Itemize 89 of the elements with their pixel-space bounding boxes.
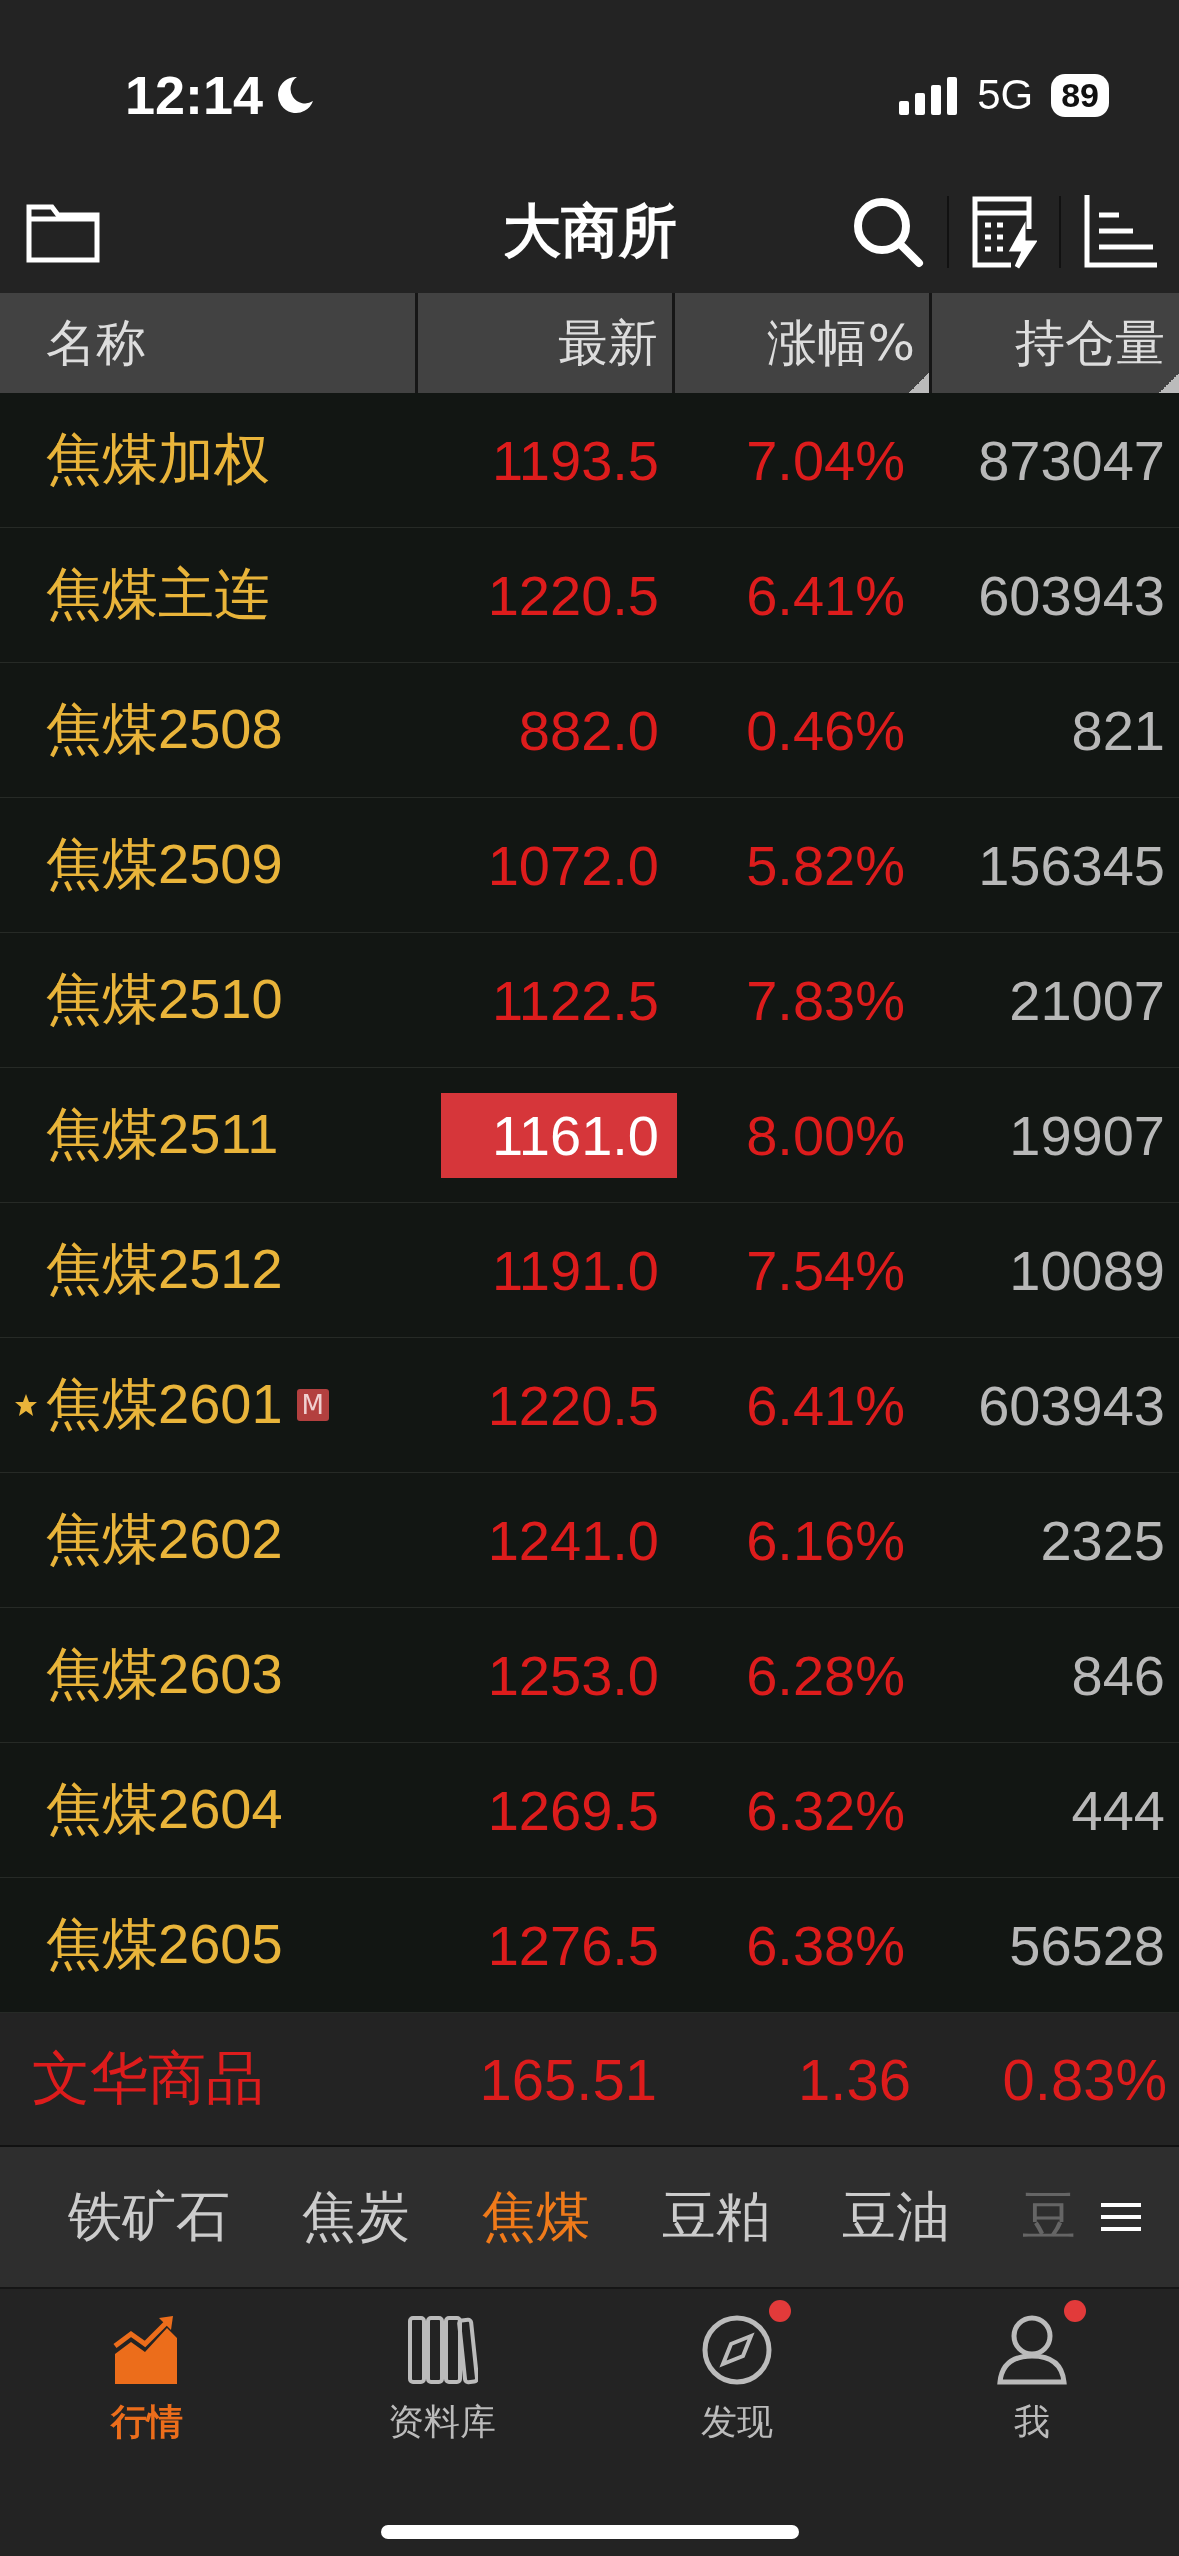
table-row[interactable]: 焦煤2604 1269.5 6.32% 444 bbox=[0, 1743, 1179, 1878]
table-row[interactable]: 焦煤主连 1220.5 6.41% 603943 bbox=[0, 528, 1179, 663]
latest-price: 1072.0 bbox=[486, 832, 660, 899]
nav-tab[interactable]: 我 bbox=[1013, 2398, 1050, 2447]
column-header[interactable]: 持仓量 bbox=[932, 293, 1179, 393]
table-row[interactable]: 焦煤2508 882.0 0.46% 821 bbox=[0, 663, 1179, 798]
category-tab[interactable]: 铁矿石 bbox=[68, 2180, 230, 2254]
change-percent: 6.16% bbox=[746, 1507, 906, 1573]
contract-name[interactable]: 焦煤2508 bbox=[46, 692, 283, 768]
table-row[interactable]: 焦煤2602 1241.0 6.16% 2325 bbox=[0, 1473, 1179, 1608]
bar-list-icon[interactable] bbox=[1083, 194, 1159, 269]
contract-name[interactable]: 焦煤2511 bbox=[46, 1097, 279, 1173]
latest-price: 882.0 bbox=[517, 697, 660, 764]
category-tab[interactable]: 焦炭 bbox=[302, 2180, 410, 2254]
contract-name[interactable]: 焦煤2510 bbox=[46, 962, 283, 1038]
contract-name[interactable]: 焦煤2601 bbox=[46, 1367, 283, 1443]
clock-time: 12:14 bbox=[125, 64, 264, 126]
table-row[interactable]: 焦煤加权 1193.5 7.04% 873047 bbox=[0, 393, 1179, 528]
change-percent: 7.54% bbox=[746, 1237, 906, 1303]
latest-price: 1253.0 bbox=[486, 1642, 660, 1709]
contract-name[interactable]: 焦煤2603 bbox=[46, 1637, 283, 1713]
latest-price: 1241.0 bbox=[486, 1507, 660, 1574]
compass-icon bbox=[700, 2314, 773, 2386]
index-change-percent: 0.83% bbox=[1002, 2045, 1168, 2113]
open-interest: 56528 bbox=[1009, 1912, 1166, 1978]
latest-price: 1191.0 bbox=[490, 1237, 660, 1304]
index-change: 1.36 bbox=[798, 2045, 912, 2113]
column-header[interactable]: 涨幅% bbox=[675, 293, 929, 393]
table-row[interactable]: 焦煤2601 M 1220.5 6.41% 603943 bbox=[0, 1338, 1179, 1473]
latest-price: 1161.0 bbox=[441, 1092, 677, 1178]
latest-price: 1269.5 bbox=[486, 1777, 660, 1844]
open-interest: 19907 bbox=[1009, 1102, 1166, 1168]
calculator-icon[interactable] bbox=[971, 194, 1037, 269]
signal-icon bbox=[899, 75, 960, 115]
change-percent: 6.41% bbox=[746, 1372, 906, 1438]
contract-name[interactable]: 焦煤2604 bbox=[46, 1772, 283, 1848]
open-interest: 821 bbox=[1071, 697, 1166, 763]
open-interest: 156345 bbox=[978, 832, 1166, 898]
table-row[interactable]: 焦煤2510 1122.5 7.83% 21007 bbox=[0, 933, 1179, 1068]
table-row[interactable]: 焦煤2603 1253.0 6.28% 846 bbox=[0, 1608, 1179, 1743]
category-tab[interactable]: 焦煤 bbox=[482, 2180, 590, 2254]
category-tab[interactable]: 豆油 bbox=[842, 2180, 950, 2254]
table-row[interactable]: 焦煤2511 1161.0 8.00% 19907 bbox=[0, 1068, 1179, 1203]
open-interest: 21007 bbox=[1009, 967, 1166, 1033]
table-row[interactable]: 焦煤2512 1191.0 7.54% 10089 bbox=[0, 1203, 1179, 1338]
change-percent: 7.04% bbox=[746, 427, 906, 493]
category-tab[interactable]: 豆粕 bbox=[662, 2180, 770, 2254]
column-header[interactable]: 名称 bbox=[0, 293, 415, 393]
open-interest: 10089 bbox=[1009, 1237, 1166, 1303]
battery-level: 89 bbox=[1051, 73, 1109, 117]
open-interest: 873047 bbox=[978, 427, 1166, 493]
contract-name[interactable]: 焦煤2512 bbox=[46, 1232, 283, 1308]
open-interest: 603943 bbox=[978, 1372, 1166, 1438]
change-percent: 6.28% bbox=[746, 1642, 906, 1708]
change-percent: 5.82% bbox=[746, 832, 906, 898]
nav-tab[interactable]: 资料库 bbox=[388, 2398, 497, 2447]
menu-icon[interactable] bbox=[1101, 2202, 1141, 2232]
open-interest: 846 bbox=[1071, 1642, 1166, 1708]
header-title: 大商所 bbox=[502, 196, 677, 265]
contract-name[interactable]: 焦煤2602 bbox=[46, 1502, 283, 1578]
column-header[interactable]: 最新 bbox=[418, 293, 672, 393]
network-label: 5G bbox=[977, 71, 1034, 119]
latest-price: 1220.5 bbox=[486, 562, 660, 629]
change-percent: 0.46% bbox=[746, 697, 906, 763]
moon-icon bbox=[275, 75, 316, 115]
change-percent: 7.83% bbox=[746, 967, 906, 1033]
table-row[interactable]: 焦煤2509 1072.0 5.82% 156345 bbox=[0, 798, 1179, 933]
latest-price: 1276.5 bbox=[486, 1912, 660, 1979]
change-percent: 6.32% bbox=[746, 1777, 906, 1843]
nav-tab[interactable]: 发现 bbox=[700, 2398, 773, 2447]
contract-name[interactable]: 焦煤2605 bbox=[46, 1907, 283, 1983]
change-percent: 6.38% bbox=[746, 1912, 906, 1978]
contract-name[interactable]: 焦煤加权 bbox=[46, 422, 270, 498]
change-percent: 8.00% bbox=[746, 1102, 906, 1168]
nav-tab[interactable]: 行情 bbox=[111, 2398, 184, 2447]
contract-name[interactable]: 焦煤2509 bbox=[46, 827, 283, 903]
person-icon bbox=[995, 2314, 1068, 2386]
index-value: 165.51 bbox=[479, 2045, 658, 2113]
change-percent: 6.41% bbox=[746, 562, 906, 628]
books-icon bbox=[406, 2314, 479, 2386]
contract-name[interactable]: 焦煤主连 bbox=[46, 557, 270, 633]
latest-price: 1193.5 bbox=[490, 427, 660, 494]
open-interest: 444 bbox=[1071, 1777, 1166, 1843]
open-interest: 603943 bbox=[978, 562, 1166, 628]
table-row[interactable]: 焦煤2605 1276.5 6.38% 56528 bbox=[0, 1878, 1179, 2013]
main-contract-badge: M bbox=[296, 1389, 329, 1421]
open-interest: 2325 bbox=[1040, 1507, 1166, 1573]
latest-price: 1220.5 bbox=[486, 1372, 660, 1439]
latest-price: 1122.5 bbox=[490, 967, 660, 1034]
